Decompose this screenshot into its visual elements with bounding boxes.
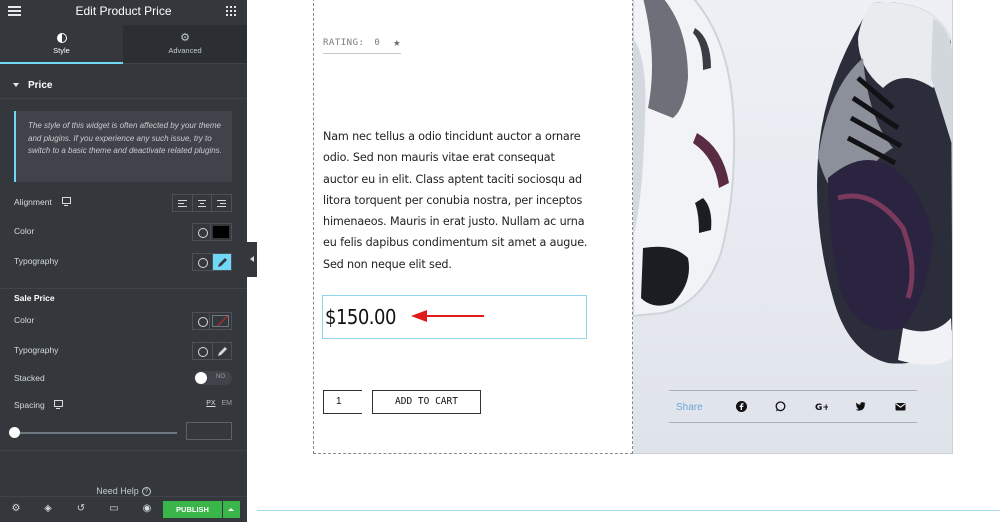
edit-typography-pencil-icon[interactable]	[212, 254, 231, 270]
caret-down-icon	[13, 83, 19, 87]
tab-advanced[interactable]: ⚙ Advanced	[123, 25, 247, 64]
toggle-state-text: NO	[216, 374, 225, 380]
tab-advanced-label: Advanced	[168, 46, 202, 55]
spacing-control: Spacing PX EM	[14, 397, 232, 415]
color-picker	[192, 223, 232, 241]
typography-label: Typography	[14, 256, 59, 266]
alignment-control: Alignment	[14, 194, 232, 212]
editor-panel: Edit Product Price Style ⚙ Advanced Pric…	[0, 0, 247, 522]
stacked-toggle[interactable]: NO	[194, 371, 232, 385]
unit-em[interactable]: EM	[222, 400, 233, 407]
widgets-grid-icon[interactable]	[226, 6, 236, 16]
contrast-icon	[56, 33, 67, 43]
facebook-icon[interactable]	[736, 401, 747, 412]
add-to-cart-button[interactable]: ADD TO CART	[372, 390, 481, 414]
hamburger-menu-icon[interactable]	[8, 6, 21, 16]
global-colors-icon[interactable]	[193, 313, 211, 329]
align-right-button[interactable]	[212, 195, 231, 211]
product-rating: RATING: 0 ★	[323, 34, 401, 54]
align-center-button[interactable]	[193, 195, 213, 211]
twitter-icon[interactable]	[855, 401, 866, 412]
divider	[0, 450, 247, 451]
unit-px[interactable]: PX	[206, 400, 215, 407]
product-price-widget[interactable]: $150.00	[322, 295, 587, 339]
settings-icon[interactable]: ⚙	[10, 503, 22, 515]
price-color-control: Color	[14, 223, 232, 241]
preview-eye-icon[interactable]: ◉	[141, 503, 153, 515]
spacing-number-input[interactable]	[186, 422, 232, 440]
global-fonts-icon[interactable]	[193, 254, 213, 270]
gear-icon: ⚙	[180, 32, 190, 44]
sale-color-picker	[192, 312, 232, 330]
collapse-panel-button[interactable]	[247, 242, 257, 277]
slider-handle[interactable]	[9, 427, 20, 438]
responsive-mode-icon[interactable]: ▭	[108, 503, 120, 515]
email-envelope-icon[interactable]	[895, 401, 906, 412]
tab-style[interactable]: Style	[0, 25, 123, 64]
global-fonts-icon[interactable]	[193, 343, 213, 359]
toggle-knob	[195, 372, 207, 384]
color-label: Color	[14, 226, 35, 236]
panel-header: Edit Product Price	[0, 0, 247, 22]
slider-track	[14, 432, 177, 434]
spacing-slider[interactable]	[9, 427, 179, 438]
section-divider	[257, 510, 1000, 511]
publish-options-button[interactable]	[223, 501, 240, 518]
navigator-layers-icon[interactable]: ◈	[42, 503, 54, 515]
product-description: Nam nec tellus a odio tincidunt auctor a…	[323, 130, 588, 271]
svg-text:G+: G+	[815, 403, 828, 412]
google-plus-icon[interactable]: G+	[815, 401, 828, 412]
tab-style-label: Style	[53, 46, 70, 55]
align-left-button[interactable]	[173, 195, 193, 211]
edit-typography-pencil-icon[interactable]	[213, 343, 232, 359]
history-icon[interactable]: ↺	[75, 503, 87, 515]
share-bar: Share G+	[669, 390, 917, 423]
share-label: Share	[676, 402, 703, 413]
product-image-column: Share G+	[633, 0, 953, 454]
star-icon: ★	[393, 35, 401, 49]
global-colors-icon[interactable]	[193, 224, 211, 240]
price-typography-control: Typography	[14, 253, 232, 271]
rating-value: 0	[374, 38, 381, 48]
sale-price-heading: Sale Price	[0, 288, 247, 306]
section-price-toggle[interactable]: Price	[0, 72, 247, 99]
need-help-text: Need Help	[96, 486, 139, 496]
alignment-label: Alignment	[14, 197, 52, 207]
sale-price-title: Sale Price	[14, 293, 55, 303]
color-swatch-black[interactable]	[212, 226, 229, 238]
sale-typography-label: Typography	[14, 345, 59, 355]
spacing-label: Spacing	[14, 400, 45, 410]
sale-color-label: Color	[14, 315, 35, 325]
help-icon: ?	[141, 487, 151, 497]
desktop-icon[interactable]	[62, 197, 71, 206]
publish-button[interactable]: PUBLISH	[163, 501, 222, 518]
need-help-link[interactable]: Need Help?	[0, 486, 247, 497]
section-price-title: Price	[28, 80, 53, 91]
sale-typography-control: Typography	[14, 342, 232, 360]
stacked-label: Stacked	[14, 373, 45, 383]
sneakers-product-image	[633, 0, 952, 365]
theme-notice: The style of this widget is often affect…	[14, 111, 232, 182]
desktop-icon[interactable]	[54, 400, 63, 409]
sale-color-control: Color	[14, 312, 232, 330]
product-price: $150.00	[325, 305, 396, 329]
preview-canvas: RATING: 0 ★ Nam nec tellus a odio tincid…	[257, 0, 1000, 522]
annotation-arrow-icon	[411, 310, 484, 322]
stacked-control: Stacked NO	[14, 370, 232, 388]
quantity-input[interactable]: 1	[323, 390, 362, 414]
typography-picker	[192, 253, 232, 271]
unit-switcher: PX EM	[206, 400, 232, 407]
alignment-buttons	[172, 194, 232, 212]
panel-tabs: Style ⚙ Advanced	[0, 25, 247, 64]
color-swatch-empty[interactable]	[212, 315, 229, 327]
rating-label: RATING:	[323, 38, 365, 48]
panel-footer: ⚙ ◈ ↺ ▭ ◉ PUBLISH	[0, 496, 247, 522]
whatsapp-icon[interactable]	[775, 401, 786, 412]
panel-title: Edit Product Price	[75, 4, 172, 18]
sale-typography-picker	[192, 342, 232, 360]
